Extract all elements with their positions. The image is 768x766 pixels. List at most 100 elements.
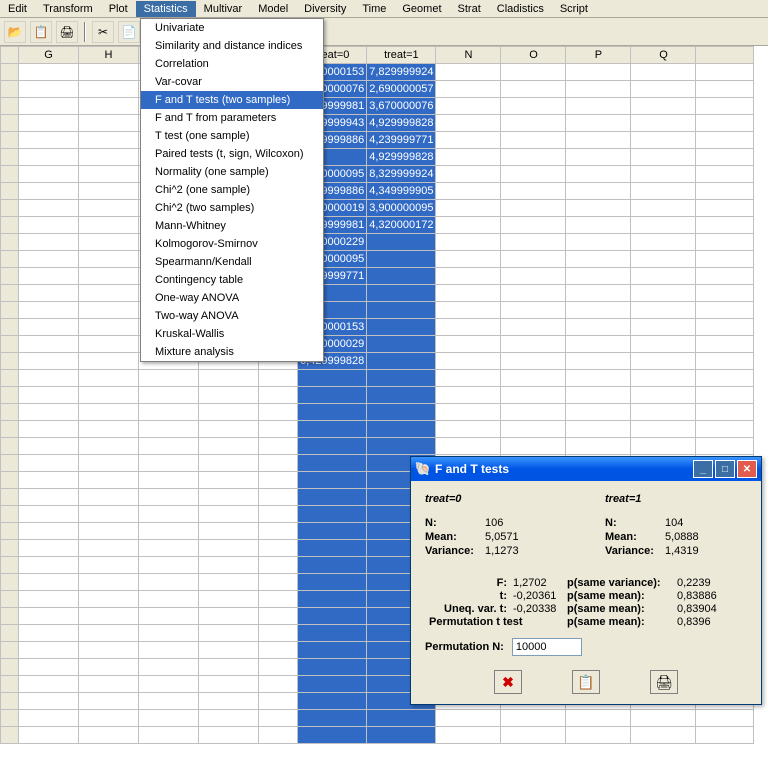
- column-header[interactable]: N: [436, 47, 501, 64]
- cell[interactable]: [199, 608, 259, 625]
- cell[interactable]: [631, 234, 696, 251]
- cell[interactable]: [631, 285, 696, 302]
- cell[interactable]: [501, 234, 566, 251]
- cell[interactable]: [199, 710, 259, 727]
- cell[interactable]: [631, 421, 696, 438]
- cell[interactable]: [259, 404, 298, 421]
- cell[interactable]: [139, 455, 199, 472]
- menu-item[interactable]: One-way ANOVA: [141, 289, 323, 307]
- cell[interactable]: [259, 676, 298, 693]
- menu-item[interactable]: F and T from parameters: [141, 109, 323, 127]
- cell[interactable]: [298, 540, 367, 557]
- cell[interactable]: [139, 404, 199, 421]
- cell[interactable]: [631, 251, 696, 268]
- cell[interactable]: [259, 523, 298, 540]
- cell[interactable]: [79, 64, 139, 81]
- row-header[interactable]: [1, 574, 19, 591]
- cell[interactable]: 7,829999924: [367, 64, 436, 81]
- cell[interactable]: [631, 81, 696, 98]
- cell[interactable]: [367, 336, 436, 353]
- cell[interactable]: [139, 693, 199, 710]
- cell[interactable]: [298, 642, 367, 659]
- menu-diversity[interactable]: Diversity: [296, 1, 354, 17]
- cell[interactable]: [566, 64, 631, 81]
- cell[interactable]: [298, 523, 367, 540]
- cell[interactable]: [19, 98, 79, 115]
- cell[interactable]: [566, 285, 631, 302]
- cell[interactable]: [19, 642, 79, 659]
- row-header[interactable]: [1, 319, 19, 336]
- copy-icon[interactable]: 📋: [30, 21, 52, 43]
- cell[interactable]: [139, 625, 199, 642]
- cell[interactable]: [696, 166, 754, 183]
- cell[interactable]: [631, 404, 696, 421]
- cell[interactable]: [436, 421, 501, 438]
- row-header[interactable]: [1, 115, 19, 132]
- cell[interactable]: [501, 200, 566, 217]
- cell[interactable]: [79, 625, 139, 642]
- menu-cladistics[interactable]: Cladistics: [489, 1, 552, 17]
- cell[interactable]: [298, 404, 367, 421]
- cell[interactable]: [436, 81, 501, 98]
- cell[interactable]: [19, 200, 79, 217]
- cell[interactable]: [19, 81, 79, 98]
- cell[interactable]: [139, 608, 199, 625]
- cell[interactable]: [696, 336, 754, 353]
- cell[interactable]: [79, 387, 139, 404]
- row-header[interactable]: [1, 557, 19, 574]
- cell[interactable]: [19, 183, 79, 200]
- cell[interactable]: [79, 251, 139, 268]
- cell[interactable]: [298, 710, 367, 727]
- row-header[interactable]: [1, 251, 19, 268]
- cell[interactable]: [631, 64, 696, 81]
- cell[interactable]: [19, 404, 79, 421]
- cell[interactable]: [631, 438, 696, 455]
- cell[interactable]: [501, 710, 566, 727]
- cell[interactable]: [199, 421, 259, 438]
- cell[interactable]: 4,349999905: [367, 183, 436, 200]
- cell[interactable]: [79, 438, 139, 455]
- cell[interactable]: [298, 676, 367, 693]
- cell[interactable]: [19, 523, 79, 540]
- cell[interactable]: [696, 251, 754, 268]
- cell[interactable]: [436, 64, 501, 81]
- cell[interactable]: [79, 81, 139, 98]
- cell[interactable]: [19, 574, 79, 591]
- cell[interactable]: [19, 353, 79, 370]
- cell[interactable]: [367, 404, 436, 421]
- cell[interactable]: [631, 115, 696, 132]
- cell[interactable]: [631, 319, 696, 336]
- cell[interactable]: [19, 251, 79, 268]
- cell[interactable]: [566, 217, 631, 234]
- cell[interactable]: [19, 302, 79, 319]
- cell[interactable]: [501, 183, 566, 200]
- cell[interactable]: [367, 234, 436, 251]
- cell[interactable]: [19, 710, 79, 727]
- cell[interactable]: [139, 676, 199, 693]
- cell[interactable]: [501, 81, 566, 98]
- cell[interactable]: [259, 421, 298, 438]
- cell[interactable]: [259, 710, 298, 727]
- menu-geomet[interactable]: Geomet: [394, 1, 449, 17]
- cell[interactable]: [501, 285, 566, 302]
- row-header[interactable]: [1, 710, 19, 727]
- cell[interactable]: [436, 183, 501, 200]
- cell[interactable]: [631, 710, 696, 727]
- menu-item[interactable]: Mixture analysis: [141, 343, 323, 361]
- cell[interactable]: [259, 625, 298, 642]
- cell[interactable]: [79, 642, 139, 659]
- cell[interactable]: [566, 200, 631, 217]
- cell[interactable]: [501, 302, 566, 319]
- menu-model[interactable]: Model: [250, 1, 296, 17]
- cell[interactable]: [696, 98, 754, 115]
- menu-script[interactable]: Script: [552, 1, 596, 17]
- cell[interactable]: [79, 727, 139, 744]
- cell[interactable]: [79, 217, 139, 234]
- menu-item[interactable]: F and T tests (two samples): [141, 91, 323, 109]
- cell[interactable]: [501, 727, 566, 744]
- column-header[interactable]: G: [19, 47, 79, 64]
- cell[interactable]: [696, 353, 754, 370]
- cell[interactable]: [298, 387, 367, 404]
- cell[interactable]: [199, 472, 259, 489]
- cell[interactable]: [199, 676, 259, 693]
